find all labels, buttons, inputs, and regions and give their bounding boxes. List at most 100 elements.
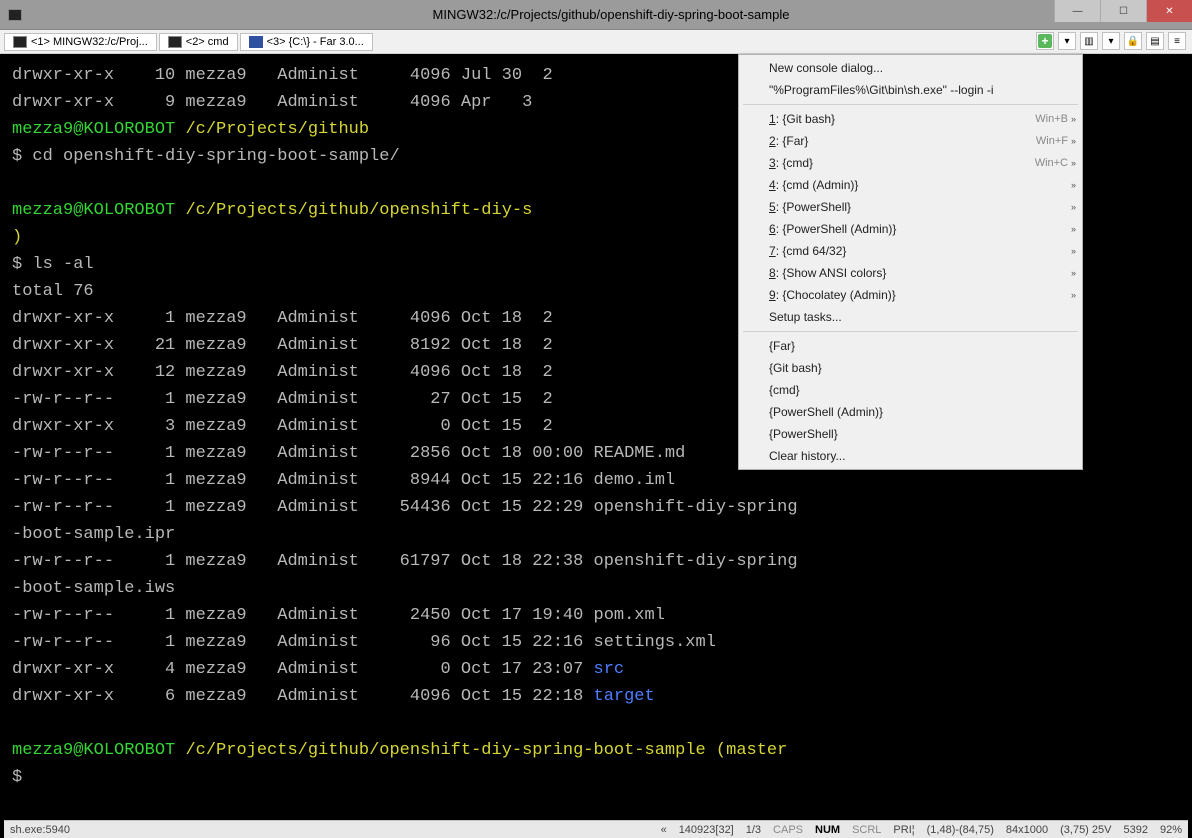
menu-item[interactable]: 3: {cmd} Win+C» <box>739 152 1082 174</box>
split-dropdown[interactable]: ▾ <box>1102 32 1120 50</box>
new-console-menu: New console dialog... "%ProgramFiles%\Git… <box>738 54 1083 470</box>
far-icon <box>249 36 263 48</box>
menu-item[interactable]: {PowerShell (Admin)} <box>739 401 1082 423</box>
menu-item-label: 9: {Chocolatey (Admin)} <box>769 288 896 302</box>
caps-indicator: CAPS <box>773 824 803 836</box>
lock-icon[interactable]: 🔒 <box>1124 32 1142 50</box>
menu-item-label: New console dialog... <box>769 61 883 75</box>
titlebar: MINGW32:/c/Projects/github/openshift-diy… <box>0 0 1192 30</box>
terminal-line: mezza9@KOLOROBOT /c/Projects/github/open… <box>12 737 1180 764</box>
close-button[interactable]: ✕ <box>1146 0 1192 22</box>
submenu-arrow-icon: » <box>1071 290 1076 300</box>
submenu-arrow-icon: » <box>1071 268 1076 278</box>
submenu-arrow-icon: » <box>1071 180 1076 190</box>
process-label: sh.exe:5940 <box>10 824 70 836</box>
menu-item-label: {PowerShell} <box>769 427 838 441</box>
minimize-button[interactable]: — <box>1054 0 1100 22</box>
menu-item[interactable]: 8: {Show ANSI colors} » <box>739 262 1082 284</box>
tab-0[interactable]: <1> MINGW32:/c/Proj... <box>4 33 157 51</box>
menu-item-label: 4: {cmd (Admin)} <box>769 178 858 192</box>
menu-item-label: Clear history... <box>769 449 845 463</box>
terminal-line: drwxr-xr-x 4 mezza9 Administ 0 Oct 17 23… <box>12 656 1180 683</box>
menu-item-label: {PowerShell (Admin)} <box>769 405 883 419</box>
maximize-button[interactable]: ☐ <box>1100 0 1146 22</box>
submenu-arrow-icon: » <box>1071 136 1076 146</box>
tab-label: <2> cmd <box>186 36 229 48</box>
tab-bar: <1> MINGW32:/c/Proj... <2> cmd <3> {C:\} -… <box>0 30 1192 54</box>
toolbar-right: + ▾ ▥ ▾ 🔒 ▤ ≡ <box>1036 32 1186 50</box>
window-title: MINGW32:/c/Projects/github/openshift-diy… <box>30 7 1192 22</box>
menu-shortcut: Win+C <box>1035 157 1072 169</box>
menu-item[interactable]: 6: {PowerShell (Admin)} » <box>739 218 1082 240</box>
menu-item[interactable]: {PowerShell} <box>739 423 1082 445</box>
menu-item[interactable]: {cmd} <box>739 379 1082 401</box>
menu-item-label: 6: {PowerShell (Admin)} <box>769 222 896 236</box>
submenu-arrow-icon: » <box>1071 158 1076 168</box>
tab-2[interactable]: <3> {C:\} - Far 3.0... <box>240 33 373 51</box>
menu-item[interactable]: {Git bash} <box>739 357 1082 379</box>
term-icon <box>13 36 27 48</box>
menu-item[interactable]: 7: {cmd 64/32} » <box>739 240 1082 262</box>
num-indicator: NUM <box>815 824 840 836</box>
menu-item-label: Setup tasks... <box>769 310 842 324</box>
term-icon <box>168 36 182 48</box>
menu-item-label: 1: {Git bash} <box>769 112 835 126</box>
tab-1[interactable]: <2> cmd <box>159 33 238 51</box>
status-coord1: (1,48)-(84,75) <box>927 824 994 836</box>
menu-item-label: {Far} <box>769 339 795 353</box>
terminal-line: -boot-sample.iws <box>12 575 1180 602</box>
menu-item[interactable]: 9: {Chocolatey (Admin)} » <box>739 284 1082 306</box>
menu-item[interactable]: Clear history... <box>739 445 1082 467</box>
submenu-arrow-icon: » <box>1071 246 1076 256</box>
terminal-line <box>12 710 1180 737</box>
menu-item[interactable]: 4: {cmd (Admin)} » <box>739 174 1082 196</box>
menu-item-label: 7: {cmd 64/32} <box>769 244 846 258</box>
status-pos: 1/3 <box>746 824 761 836</box>
status-id: 140923[32] <box>679 824 734 836</box>
terminal-line: -rw-r--r-- 1 mezza9 Administ 96 Oct 15 2… <box>12 629 1180 656</box>
status-mem: 5392 <box>1123 824 1147 836</box>
menu-item-label: 5: {PowerShell} <box>769 200 851 214</box>
scrl-indicator: SCRL <box>852 824 881 836</box>
window-controls: — ☐ ✕ <box>1054 0 1192 22</box>
menu-item[interactable]: 1: {Git bash} Win+B» <box>739 108 1082 130</box>
menu-separator <box>743 104 1078 105</box>
terminal-line: -rw-r--r-- 1 mezza9 Administ 61797 Oct 1… <box>12 548 1180 575</box>
new-tab-dropdown[interactable]: ▾ <box>1058 32 1076 50</box>
new-tab-button[interactable]: + <box>1036 32 1054 50</box>
menu-shortcut: Win+B <box>1035 113 1072 125</box>
terminal-line: -boot-sample.ipr <box>12 521 1180 548</box>
menu-item-label: 8: {Show ANSI colors} <box>769 266 886 280</box>
terminal-line: drwxr-xr-x 6 mezza9 Administ 4096 Oct 15… <box>12 683 1180 710</box>
status-coord2: (3,75) 25V <box>1060 824 1111 836</box>
status-dim: 84x1000 <box>1006 824 1048 836</box>
app-icon <box>0 0 30 30</box>
split-button[interactable]: ▥ <box>1080 32 1098 50</box>
terminal-line: -rw-r--r-- 1 mezza9 Administ 54436 Oct 1… <box>12 494 1180 521</box>
terminal-line: -rw-r--r-- 1 mezza9 Administ 2450 Oct 17… <box>12 602 1180 629</box>
status-scroll: « <box>661 824 667 836</box>
menu-item-label: 2: {Far} <box>769 134 808 148</box>
menu-item[interactable]: New console dialog... <box>739 57 1082 79</box>
menu-item[interactable]: 2: {Far} Win+F» <box>739 130 1082 152</box>
status-bar: sh.exe:5940 « 140923[32] 1/3 CAPS NUM SC… <box>4 820 1188 838</box>
submenu-arrow-icon: » <box>1071 114 1076 124</box>
menu-item[interactable]: 5: {PowerShell} » <box>739 196 1082 218</box>
menu-item[interactable]: "%ProgramFiles%\Git\bin\sh.exe" --login … <box>739 79 1082 101</box>
tab-label: <3> {C:\} - Far 3.0... <box>267 36 364 48</box>
status-pct: 92% <box>1160 824 1182 836</box>
view-icon[interactable]: ▤ <box>1146 32 1164 50</box>
submenu-arrow-icon: » <box>1071 224 1076 234</box>
menu-item-label: 3: {cmd} <box>769 156 813 170</box>
menu-separator <box>743 331 1078 332</box>
menu-icon[interactable]: ≡ <box>1168 32 1186 50</box>
menu-item-label: {cmd} <box>769 383 800 397</box>
tab-label: <1> MINGW32:/c/Proj... <box>31 36 148 48</box>
terminal-line: $ <box>12 764 1180 791</box>
menu-item[interactable]: Setup tasks... <box>739 306 1082 328</box>
submenu-arrow-icon: » <box>1071 202 1076 212</box>
menu-item[interactable]: {Far} <box>739 335 1082 357</box>
menu-item-label: {Git bash} <box>769 361 822 375</box>
terminal-line: -rw-r--r-- 1 mezza9 Administ 8944 Oct 15… <box>12 467 1180 494</box>
menu-shortcut: Win+F <box>1036 135 1072 147</box>
